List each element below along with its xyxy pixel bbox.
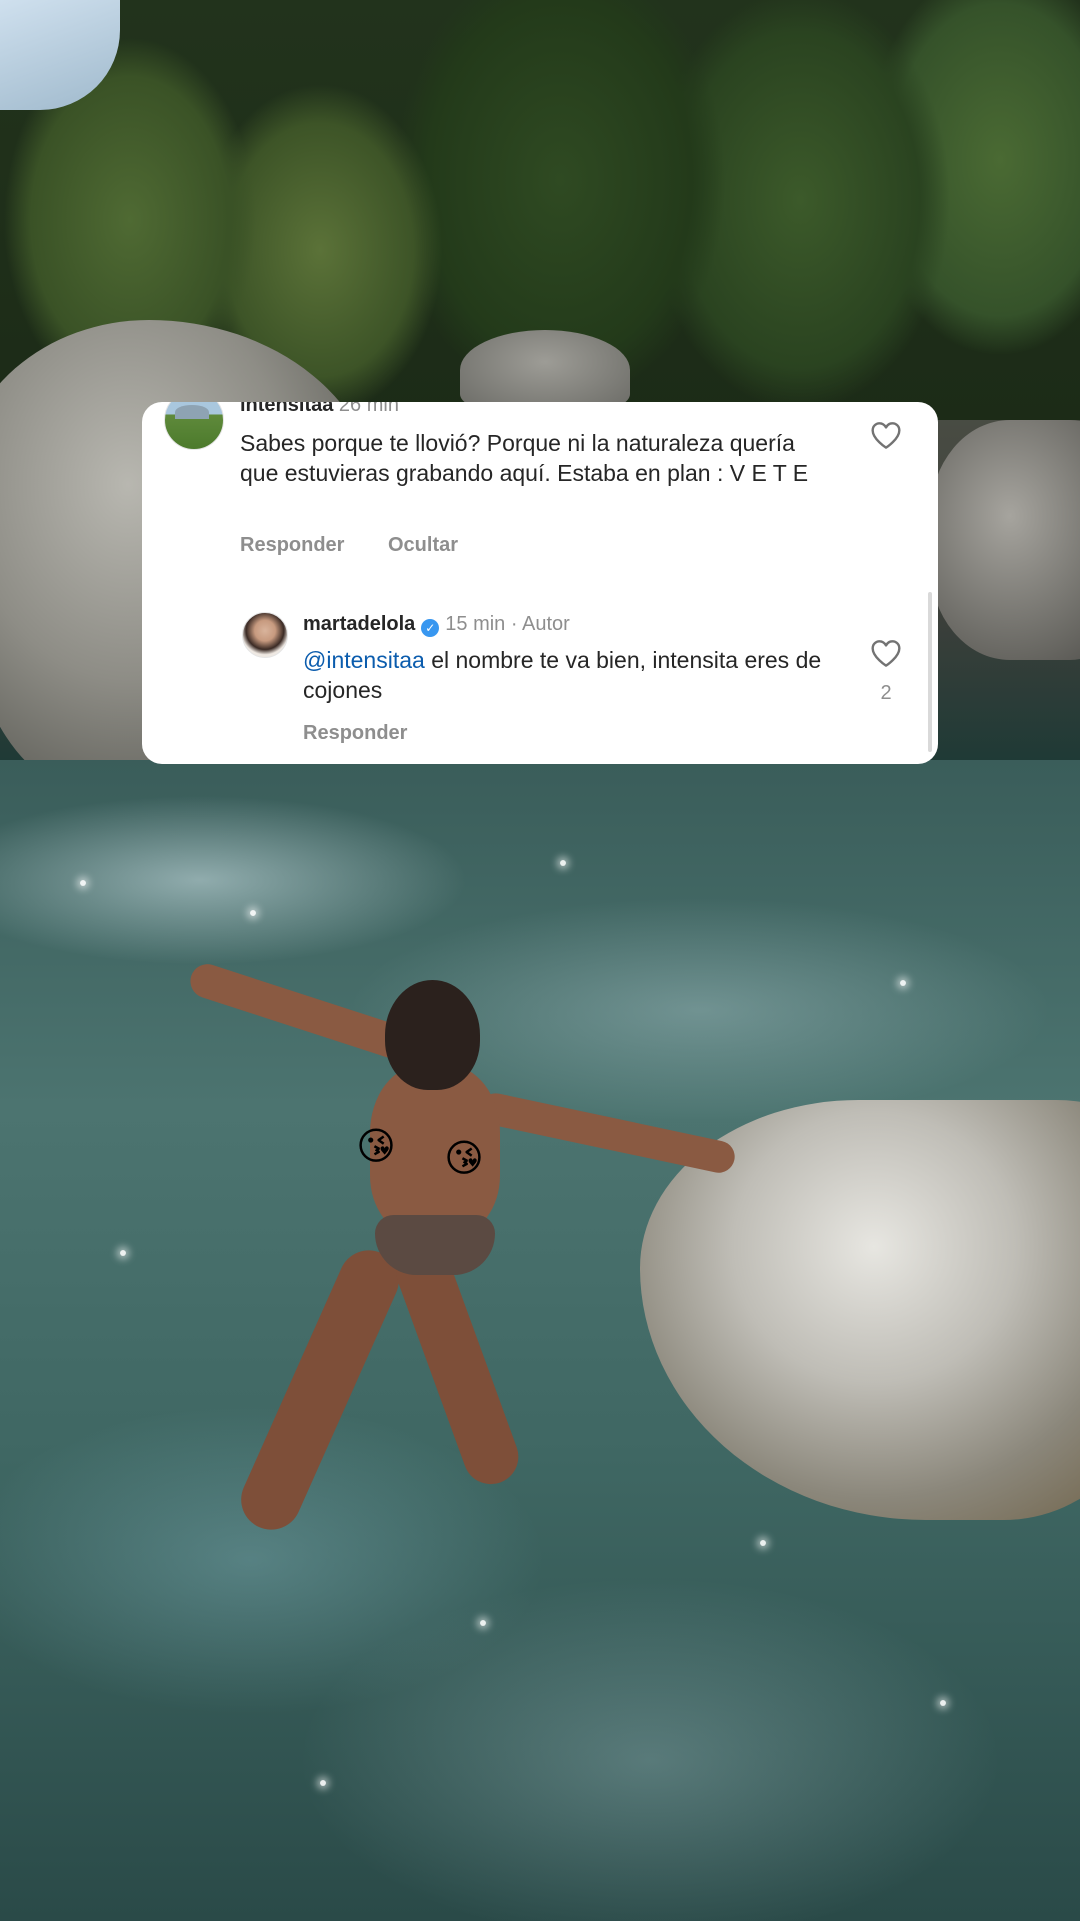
- person-arm: [476, 1090, 738, 1176]
- person-swimwear: [375, 1215, 495, 1275]
- username[interactable]: martadelola: [303, 613, 415, 635]
- comment-time: 15 min: [445, 613, 506, 635]
- person-jumping: [170, 959, 770, 1570]
- rock-right: [930, 420, 1080, 660]
- story-view: 😘 😘 intensitaa 26 min Sabes porque te ll…: [0, 0, 1080, 1921]
- mention-link[interactable]: @intensitaa: [303, 647, 425, 673]
- kiss-emoji-sticker: 😘: [356, 1126, 396, 1168]
- person-arm: [186, 959, 416, 1064]
- comment-text: @intensitaa el nombre te va bien, intens…: [303, 645, 843, 705]
- comment-card: intensitaa 26 min Sabes porque te llovió…: [142, 402, 938, 764]
- like-count: 2: [880, 682, 892, 704]
- person-head: [385, 980, 480, 1090]
- verified-badge-icon: ✓: [421, 619, 440, 637]
- water-sparkle: [320, 1780, 326, 1786]
- separator-dot: ·: [510, 613, 518, 635]
- avatar[interactable]: [164, 402, 224, 450]
- hide-button[interactable]: Ocultar: [388, 534, 458, 557]
- reply-button[interactable]: Responder: [240, 534, 344, 557]
- heart-outline-icon[interactable]: [870, 638, 902, 668]
- username[interactable]: intensitaa: [240, 402, 333, 416]
- water-sparkle: [120, 1250, 126, 1256]
- reply-button[interactable]: Responder: [303, 722, 407, 745]
- person-leg: [231, 1240, 409, 1540]
- author-label: Autor: [521, 613, 570, 635]
- water-sparkle: [900, 980, 906, 986]
- person-leg: [388, 1238, 527, 1492]
- water-sparkle: [250, 910, 256, 916]
- rock-top: [460, 330, 630, 410]
- comment-time: 26 min: [338, 402, 399, 416]
- water-sparkle: [940, 1700, 946, 1706]
- story-photo: 😘 😘: [0, 0, 1080, 1921]
- water-sparkle: [480, 1620, 486, 1626]
- comment-text: Sabes porque te llovió? Porque ni la nat…: [240, 430, 809, 486]
- water-sparkle: [560, 860, 566, 866]
- scrollbar[interactable]: [928, 592, 932, 752]
- comment-meta: martadelola ✓ 15 min · Autor: [303, 613, 570, 637]
- comment-meta: intensitaa 26 min: [240, 402, 399, 417]
- avatar[interactable]: [242, 612, 288, 658]
- water-sparkle: [80, 880, 86, 886]
- heart-outline-icon[interactable]: [870, 420, 902, 450]
- kiss-emoji-sticker: 😘: [444, 1138, 484, 1180]
